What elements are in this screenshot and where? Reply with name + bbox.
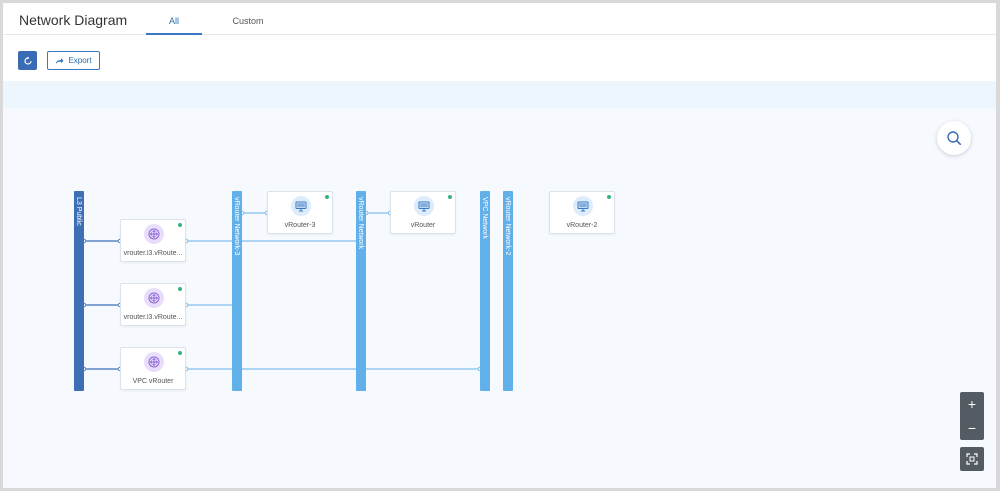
active-tab-indicator	[146, 33, 202, 35]
node-label: VPC vRouter	[132, 378, 174, 385]
node-vrouter-3[interactable]: vRouter-3	[267, 191, 333, 234]
status-dot	[607, 195, 611, 199]
info-band	[3, 81, 996, 108]
export-label: Export	[68, 56, 92, 65]
zoom-in-button[interactable]: +	[960, 392, 984, 416]
fit-screen-button[interactable]	[960, 447, 984, 471]
vrouter-icon	[144, 352, 164, 372]
refresh-icon	[23, 56, 32, 65]
tab-all[interactable]: All	[146, 16, 202, 26]
node-label: vrouter.l3.vRoute...	[123, 250, 183, 257]
status-dot	[178, 351, 182, 355]
status-dot	[178, 287, 182, 291]
network-label: VPC Network	[481, 197, 488, 240]
share-arrow-icon	[56, 57, 64, 64]
network-label: vRouter Network	[357, 197, 364, 250]
page-title: Network Diagram	[19, 12, 128, 28]
zoom-out-button[interactable]: −	[960, 416, 984, 440]
monitor-icon	[291, 196, 311, 216]
status-dot	[178, 223, 182, 227]
refresh-button[interactable]	[18, 51, 37, 70]
network-label: L3 Public	[75, 197, 82, 226]
node-label: vRouter-2	[566, 222, 598, 229]
node-vrouter-l3-2[interactable]: vrouter.l3.vRoute...	[120, 283, 186, 326]
network-label: vRouter Network-3	[233, 197, 240, 256]
monitor-icon	[573, 196, 593, 216]
status-dot	[448, 195, 452, 199]
node-label: vRouter	[410, 222, 436, 229]
vrouter-icon	[144, 224, 164, 244]
tab-custom[interactable]: Custom	[223, 16, 273, 26]
network-vrouter-network-2[interactable]: vRouter Network-2	[503, 191, 513, 391]
status-dot	[325, 195, 329, 199]
node-vrouter-l3-1[interactable]: vrouter.l3.vRoute...	[120, 219, 186, 262]
vrouter-icon	[144, 288, 164, 308]
node-vrouter[interactable]: vRouter	[390, 191, 456, 234]
network-vpc-network[interactable]: VPC Network	[480, 191, 490, 391]
network-label: vRouter Network-2	[504, 197, 511, 256]
export-button[interactable]: Export	[47, 51, 100, 70]
node-vrouter-2[interactable]: vRouter-2	[549, 191, 615, 234]
network-vrouter-network-3[interactable]: vRouter Network-3	[232, 191, 242, 391]
node-label: vrouter.l3.vRoute...	[123, 314, 183, 321]
zoom-controls: + −	[960, 392, 984, 440]
page-header: Network Diagram All Custom	[3, 3, 996, 35]
node-vpc-vrouter[interactable]: VPC vRouter	[120, 347, 186, 390]
monitor-icon	[414, 196, 434, 216]
node-label: vRouter-3	[284, 222, 316, 229]
search-button[interactable]	[937, 121, 971, 155]
network-l3-public[interactable]: L3 Public	[74, 191, 84, 391]
search-icon	[947, 131, 961, 145]
fit-screen-icon	[966, 453, 978, 465]
network-vrouter-network[interactable]: vRouter Network	[356, 191, 366, 391]
